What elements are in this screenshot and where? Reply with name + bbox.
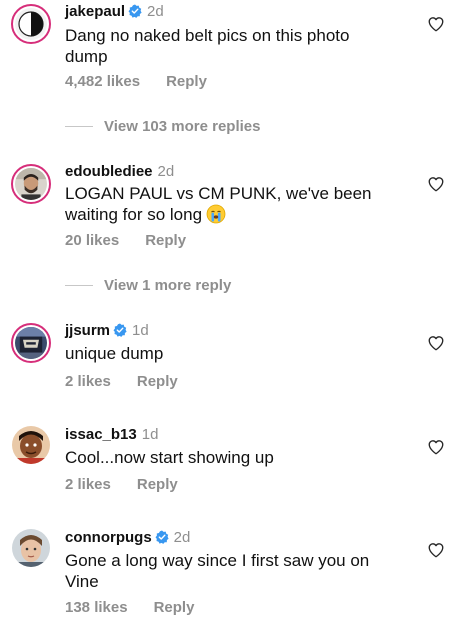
comment-time: 2d — [173, 529, 191, 546]
avatar-jakepaul[interactable] — [11, 4, 51, 44]
reply-button[interactable]: Reply — [154, 599, 195, 616]
likes-count[interactable]: 2 likes — [65, 373, 111, 390]
heart-outline-icon[interactable] — [427, 15, 445, 33]
reply-button[interactable]: Reply — [137, 476, 178, 493]
avatar-image — [15, 168, 47, 200]
comment-header: jjsurm 1d — [65, 322, 149, 340]
avatar-issac_b13[interactable] — [12, 426, 50, 464]
comment-text: Gone a long way since I first saw you on… — [65, 551, 370, 591]
avatar-image — [15, 327, 47, 359]
view-more-label: View 1 more reply — [104, 276, 232, 294]
heart-outline-icon[interactable] — [427, 438, 445, 456]
comment-text: Cool...now start showing up — [65, 448, 274, 467]
likes-count[interactable]: 4,482 likes — [65, 73, 140, 90]
reply-button[interactable]: Reply — [137, 373, 178, 390]
comment-text: Dang no naked belt pics on this photo du… — [65, 26, 350, 66]
comment-header: issac_b13 1d — [65, 426, 158, 444]
comment-time: 2d — [147, 3, 164, 20]
verified-badge-icon — [113, 323, 127, 337]
comment-header: edoublediee 2d — [65, 163, 174, 181]
comment-text: unique dump — [65, 344, 164, 363]
likes-count[interactable]: 2 likes — [65, 476, 111, 493]
username[interactable]: jakepaul — [65, 3, 125, 20]
avatar-image — [12, 529, 50, 567]
likes-count[interactable]: 20 likes — [65, 232, 119, 249]
heart-outline-icon[interactable] — [427, 175, 445, 193]
comment-meta: 2 likes Reply — [65, 373, 178, 391]
reply-button[interactable]: Reply — [166, 73, 207, 90]
comment-time: 1d — [132, 322, 149, 339]
view-more-label: View 103 more replies — [104, 117, 261, 135]
divider-line — [65, 125, 93, 127]
reply-button[interactable]: Reply — [145, 232, 186, 249]
comment-meta: 2 likes Reply — [65, 476, 178, 494]
comment-text: LOGAN PAUL vs CM PUNK, we've been waitin… — [65, 183, 395, 225]
comment-meta: 20 likes Reply — [65, 232, 186, 250]
comment-time: 1d — [141, 426, 159, 443]
username[interactable]: edoublediee — [65, 163, 153, 180]
view-more-replies-button[interactable]: View 1 more reply — [65, 275, 231, 295]
loudly-crying-face-emoji — [206, 204, 226, 224]
comment-header: jakepaul 2d — [65, 3, 164, 21]
avatar-connorpugs[interactable] — [12, 529, 50, 567]
username[interactable]: jjsurm — [65, 322, 110, 339]
avatar-image — [12, 426, 50, 464]
username[interactable]: issac_b13 — [65, 426, 137, 443]
comment-meta: 4,482 likes Reply — [65, 73, 207, 91]
heart-outline-icon[interactable] — [427, 541, 445, 559]
view-more-replies-button[interactable]: View 103 more replies — [65, 116, 260, 136]
avatar-edoubledie[interactable] — [11, 164, 51, 204]
heart-outline-icon[interactable] — [427, 334, 445, 352]
avatar-jjsurm[interactable] — [11, 323, 51, 363]
username[interactable]: connorpugs — [65, 529, 152, 546]
likes-count[interactable]: 138 likes — [65, 599, 128, 616]
divider-line — [65, 284, 93, 286]
verified-badge-icon — [155, 530, 169, 544]
comment-meta: 138 likes Reply — [65, 599, 194, 617]
avatar-image — [15, 8, 47, 40]
comment-header: connorpugs 2d — [65, 529, 190, 547]
verified-badge-icon — [128, 4, 142, 18]
comment-time: 2d — [157, 163, 175, 180]
